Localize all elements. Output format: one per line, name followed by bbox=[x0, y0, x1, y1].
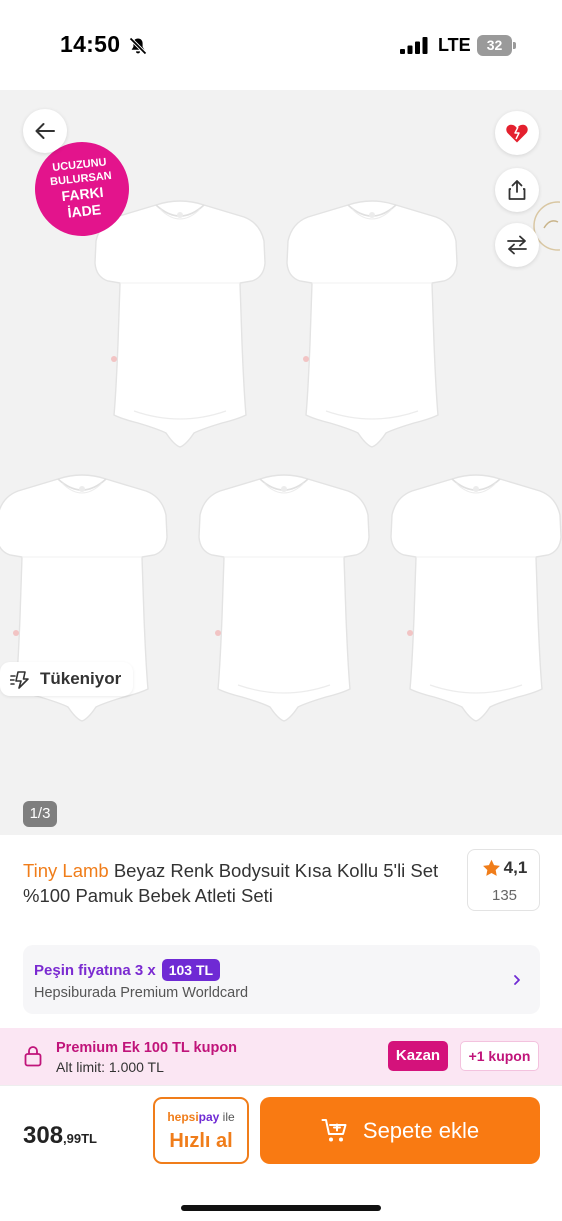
favorite-button[interactable] bbox=[495, 111, 539, 155]
battery-icon: 32 bbox=[477, 35, 517, 56]
premium-coupon-bar: Premium Ek 100 TL kupon Alt limit: 1.000… bbox=[0, 1028, 562, 1085]
bell-muted-icon bbox=[129, 37, 147, 55]
star-icon bbox=[482, 859, 500, 876]
battery-level: 32 bbox=[486, 37, 503, 53]
bodysuit-image bbox=[94, 193, 266, 455]
chevron-right-icon bbox=[514, 975, 520, 985]
price-cents: ,99TL bbox=[63, 1131, 98, 1146]
image-counter: 1/3 bbox=[23, 801, 57, 827]
compare-button[interactable] bbox=[495, 223, 539, 267]
quick-buy-button[interactable]: hepsipay ile Hızlı al bbox=[153, 1097, 249, 1164]
rating-value: 4,1 bbox=[503, 858, 528, 877]
cart-add-icon bbox=[321, 1118, 347, 1141]
product-image-gallery[interactable]: UCUZUNU BULURSAN FARKI İADE Tükeniyor 1/… bbox=[0, 90, 562, 835]
low-stock-label: Tükeniyor bbox=[40, 669, 122, 688]
bottom-action-bar: 308,99TL hepsipay ile Hızlı al Sepete ek… bbox=[0, 1085, 562, 1221]
bodysuit-image bbox=[286, 193, 458, 455]
compare-icon bbox=[507, 235, 527, 255]
bodysuit-image bbox=[198, 467, 370, 729]
signal-icon bbox=[400, 37, 428, 54]
more-coupons-button[interactable]: +1 kupon bbox=[460, 1041, 539, 1071]
fast-delivery-icon bbox=[10, 671, 29, 689]
share-button[interactable] bbox=[495, 168, 539, 212]
price-main: 308 bbox=[23, 1122, 64, 1149]
bodysuit-image bbox=[390, 467, 562, 729]
product-brand-link[interactable]: Tiny Lamb bbox=[23, 860, 109, 881]
home-indicator bbox=[181, 1205, 381, 1211]
product-page: 14:50 LTE 32 UCUZUNU BULURSAN FARKI İADE… bbox=[0, 0, 562, 1221]
status-bar: 14:50 LTE 32 bbox=[0, 0, 562, 90]
share-icon bbox=[508, 180, 526, 200]
rating-summary[interactable]: 4,1 135 bbox=[467, 849, 540, 911]
network-label: LTE bbox=[438, 35, 471, 55]
quick-buy-label: Hızlı al bbox=[169, 1130, 233, 1152]
add-to-cart-button[interactable]: Sepete ekle bbox=[260, 1097, 540, 1164]
back-arrow-icon bbox=[35, 123, 55, 139]
installment-label: Peşin fiyatına 3 x bbox=[34, 961, 156, 979]
lock-icon bbox=[24, 1046, 42, 1067]
back-button[interactable] bbox=[23, 109, 67, 153]
review-count: 135 bbox=[491, 887, 518, 904]
earn-coupon-button[interactable]: Kazan bbox=[388, 1041, 448, 1071]
hepsipay-logo: hepsipay ile bbox=[167, 1110, 235, 1124]
product-price: 308,99TL bbox=[23, 1122, 97, 1150]
heart-icon bbox=[506, 124, 528, 143]
coupon-title: Premium Ek 100 TL kupon bbox=[56, 1040, 238, 1056]
coupon-min-limit: Alt limit: 1.000 TL bbox=[56, 1059, 164, 1075]
installment-card-name: Hepsiburada Premium Worldcard bbox=[34, 985, 249, 1001]
installment-amount: 103 TL bbox=[161, 959, 221, 981]
add-to-cart-label: Sepete ekle bbox=[362, 1117, 480, 1143]
installment-offer-card[interactable]: Peşin fiyatına 3 x 103 TL Hepsiburada Pr… bbox=[23, 945, 540, 1014]
badge-line: İADE bbox=[66, 201, 102, 221]
low-stock-chip: Tükeniyor bbox=[0, 662, 134, 696]
product-title: Tiny Lamb Beyaz Renk Bodysuit Kısa Kollu… bbox=[23, 858, 463, 908]
status-time: 14:50 bbox=[60, 31, 121, 57]
